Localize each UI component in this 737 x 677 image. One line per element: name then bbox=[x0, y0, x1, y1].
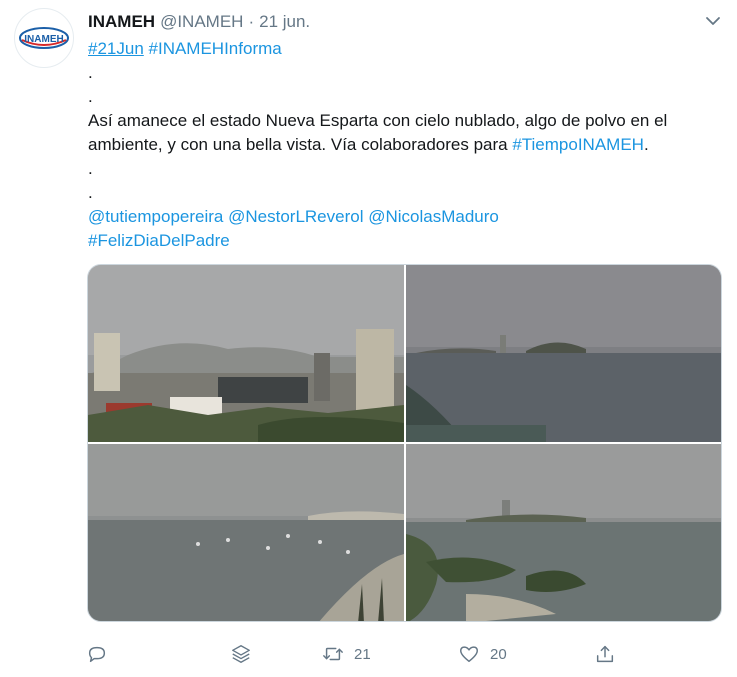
photo-beach-boats[interactable] bbox=[88, 444, 404, 621]
photo-bay-view[interactable] bbox=[406, 265, 721, 442]
dot-line-3: . bbox=[88, 159, 93, 178]
tweet-date[interactable]: 21 jun. bbox=[259, 12, 310, 32]
mention-nestorlreverol[interactable]: @NestorLReverol bbox=[228, 207, 363, 226]
tweet-text: #21Jun #INAMEHInforma . . Así amanece el… bbox=[88, 37, 728, 253]
reply-button[interactable] bbox=[86, 640, 108, 668]
display-name[interactable]: INAMEH bbox=[88, 12, 155, 32]
tweet-actions: 21 20 bbox=[86, 640, 626, 668]
hashtag-feliz-dia-del-padre[interactable]: #FelizDiaDelPadre bbox=[88, 231, 230, 250]
dot-line-1: . bbox=[88, 63, 93, 82]
like-button[interactable]: 20 bbox=[458, 640, 507, 668]
mentions-line: @tutiempopereira @NestorLReverol @Nicola… bbox=[88, 205, 728, 229]
media-grid bbox=[87, 264, 722, 622]
mention-nicolasmaduro[interactable]: @NicolasMaduro bbox=[368, 207, 499, 226]
retweet-count: 21 bbox=[354, 645, 371, 663]
mention-tutiempopereira[interactable]: @tutiempopereira bbox=[88, 207, 223, 226]
stack-icon bbox=[232, 645, 250, 663]
separator-dot: · bbox=[248, 12, 255, 31]
dot-line-2: . bbox=[88, 87, 93, 106]
svg-text:INAMEH: INAMEH bbox=[24, 34, 63, 45]
hashtag-tiempoinameh[interactable]: #TiempoINAMEH bbox=[512, 135, 644, 154]
inameh-logo: INAMEH bbox=[19, 27, 69, 49]
hashtag-inamehinforma[interactable]: #INAMEHInforma bbox=[149, 39, 282, 58]
reply-icon bbox=[88, 646, 106, 663]
share-icon bbox=[596, 645, 614, 663]
hashtag-padre-line: #FelizDiaDelPadre bbox=[88, 229, 728, 253]
photo-city-skyline[interactable] bbox=[88, 265, 404, 442]
tweet: INAMEH INAMEH @INAMEH · 21 jun. #21Jun #… bbox=[0, 0, 737, 677]
hashtag-line: #21Jun #INAMEHInforma bbox=[88, 37, 728, 61]
description-part2: . bbox=[643, 135, 649, 154]
share-button[interactable] bbox=[594, 640, 616, 668]
city-skyline-image bbox=[88, 265, 404, 442]
beach-boats-image bbox=[88, 444, 404, 621]
heart-icon bbox=[460, 646, 478, 663]
description-text: Así amanece el estado Nueva Esparta con … bbox=[88, 109, 728, 157]
lagoon-image bbox=[406, 444, 721, 621]
chevron-down-icon bbox=[706, 17, 720, 25]
photo-lagoon[interactable] bbox=[406, 444, 721, 621]
tweet-header: INAMEH @INAMEH · 21 jun. bbox=[88, 11, 687, 33]
bay-view-image bbox=[406, 265, 721, 442]
retweet-icon bbox=[323, 647, 343, 661]
stack-button[interactable] bbox=[230, 640, 252, 668]
like-count: 20 bbox=[490, 645, 507, 663]
user-handle[interactable]: @INAMEH bbox=[160, 12, 243, 32]
avatar[interactable]: INAMEH bbox=[14, 8, 74, 68]
retweet-button[interactable]: 21 bbox=[322, 640, 371, 668]
dot-line-4: . bbox=[88, 183, 93, 202]
more-options-button[interactable] bbox=[700, 8, 726, 34]
hashtag-21jun[interactable]: #21Jun bbox=[88, 39, 144, 58]
